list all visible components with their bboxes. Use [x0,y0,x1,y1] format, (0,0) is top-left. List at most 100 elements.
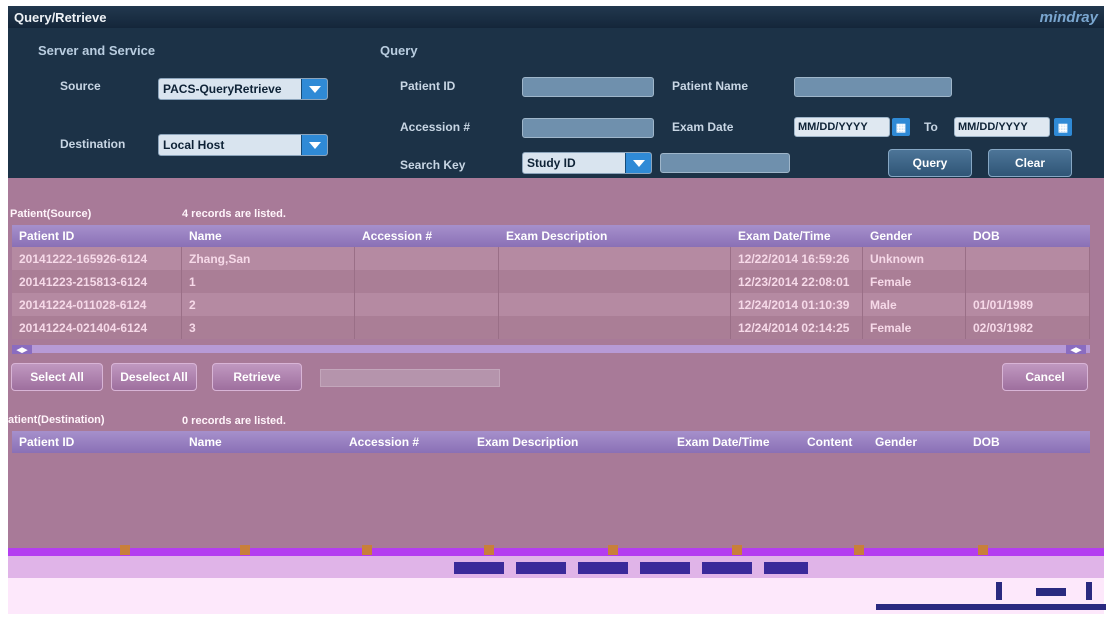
cell-name: 1 [182,270,355,293]
cell-exam-description [499,247,731,270]
title-bar: Query/Retrieve mindray [8,6,1104,28]
source-label: Source [60,79,101,93]
artifact-block [978,545,988,555]
source-table-body: 20141222-165926-6124 Zhang,San 12/22/201… [12,247,1090,339]
cell-gender: Female [863,270,966,293]
artifact-block [1036,588,1066,596]
cell-name: 3 [182,316,355,339]
source-table-header: Patient ID Name Accession # Exam Descrip… [12,225,1090,247]
server-section-title: Server and Service [38,43,156,58]
source-table-caption: Patient(Source) [10,208,92,220]
cell-accession [355,316,499,339]
chevron-down-icon[interactable] [301,79,327,99]
clear-button[interactable]: Clear [988,149,1072,177]
select-all-button[interactable]: Select All [11,363,103,391]
col-dob[interactable]: DOB [966,225,1090,247]
deselect-all-button[interactable]: Deselect All [111,363,197,391]
search-key-value: Study ID [527,156,576,170]
calendar-icon[interactable]: ▦ [892,118,910,136]
artifact-block [608,545,618,555]
corrupted-footer [8,578,1106,614]
dest-table-caption: atient(Destination) [8,414,105,426]
progress-bar [320,369,500,387]
destination-select-value: Local Host [163,138,225,152]
exam-date-from-input[interactable]: MM/DD/YYYY [794,117,890,137]
cell-gender: Male [863,293,966,316]
col-patient-id[interactable]: Patient ID [12,225,182,247]
col-name[interactable]: Name [182,431,342,453]
source-horizontal-scrollbar[interactable] [12,345,1090,353]
source-table: Patient ID Name Accession # Exam Descrip… [12,225,1090,339]
source-select-value: PACS-QueryRetrieve [163,82,282,96]
cell-exam-description [499,316,731,339]
cell-dob [966,270,1090,293]
table-row[interactable]: 20141224-011028-6124 2 12/24/2014 01:10:… [12,293,1090,316]
chevron-down-icon[interactable] [301,135,327,155]
accession-label: Accession # [400,120,471,134]
col-accession[interactable]: Accession # [355,225,499,247]
dest-record-count: 0 records are listed. [182,415,286,427]
scroll-left-right-icon[interactable]: ◀▶ [12,345,32,354]
source-record-count: 4 records are listed. [182,208,286,220]
col-exam-datetime[interactable]: Exam Date/Time [670,431,800,453]
col-gender[interactable]: Gender [863,225,966,247]
col-accession[interactable]: Accession # [342,431,470,453]
artifact-block [764,562,808,574]
destination-label: Destination [60,137,126,151]
col-exam-datetime[interactable]: Exam Date/Time [731,225,863,247]
cell-exam-datetime: 12/23/2014 22:08:01 [731,270,863,293]
exam-date-to-input[interactable]: MM/DD/YYYY [954,117,1050,137]
artifact-block [240,545,250,555]
table-row[interactable]: 20141223-215813-6124 1 12/23/2014 22:08:… [12,270,1090,293]
artifact-block [516,562,566,574]
cell-exam-datetime: 12/24/2014 02:14:25 [731,316,863,339]
search-key-input[interactable] [660,153,790,173]
col-content[interactable]: Content [800,431,868,453]
to-label: To [924,120,938,134]
accession-input[interactable] [522,118,654,138]
cell-patient-id: 20141222-165926-6124 [12,247,182,270]
patient-name-input[interactable] [794,77,952,97]
artifact-block [120,545,130,555]
brand-logo: mindray [1039,8,1098,26]
search-key-label: Search Key [400,158,466,172]
artifact-block [454,562,504,574]
artifact-block [640,562,690,574]
window-title: Query/Retrieve [14,9,107,25]
cancel-button[interactable]: Cancel [1002,363,1088,391]
source-select[interactable]: PACS-QueryRetrieve [158,78,328,100]
col-gender[interactable]: Gender [868,431,966,453]
artifact-block [732,545,742,555]
artifact-block [854,545,864,555]
cell-patient-id: 20141224-011028-6124 [12,293,182,316]
query-button[interactable]: Query [888,149,972,177]
dest-table-header: Patient ID Name Accession # Exam Descrip… [12,431,1090,453]
dest-horizontal-scrollbar[interactable] [8,545,1104,578]
cell-dob [966,247,1090,270]
cell-exam-description [499,270,731,293]
cell-dob: 02/03/1982 [966,316,1090,339]
calendar-icon[interactable]: ▦ [1054,118,1072,136]
col-dob[interactable]: DOB [966,431,1090,453]
destination-select[interactable]: Local Host [158,134,328,156]
table-row[interactable]: 20141224-021404-6124 3 12/24/2014 02:14:… [12,316,1090,339]
table-row[interactable]: 20141222-165926-6124 Zhang,San 12/22/201… [12,247,1090,270]
retrieve-button[interactable]: Retrieve [212,363,302,391]
cell-name: 2 [182,293,355,316]
exam-date-label: Exam Date [672,120,734,134]
col-exam-description[interactable]: Exam Description [499,225,731,247]
scroll-left-right-icon[interactable]: ◀▶ [1066,345,1086,354]
chevron-down-icon[interactable] [625,153,651,173]
col-name[interactable]: Name [182,225,355,247]
col-patient-id[interactable]: Patient ID [12,431,182,453]
artifact-block [578,562,628,574]
cell-exam-datetime: 12/22/2014 16:59:26 [731,247,863,270]
artifact-block [876,604,1106,610]
search-key-select[interactable]: Study ID [522,152,652,174]
cell-gender: Female [863,316,966,339]
cell-patient-id: 20141224-021404-6124 [12,316,182,339]
dest-table: Patient ID Name Accession # Exam Descrip… [12,431,1090,453]
patient-id-input[interactable] [522,77,654,97]
artifact-block [362,545,372,555]
col-exam-description[interactable]: Exam Description [470,431,670,453]
